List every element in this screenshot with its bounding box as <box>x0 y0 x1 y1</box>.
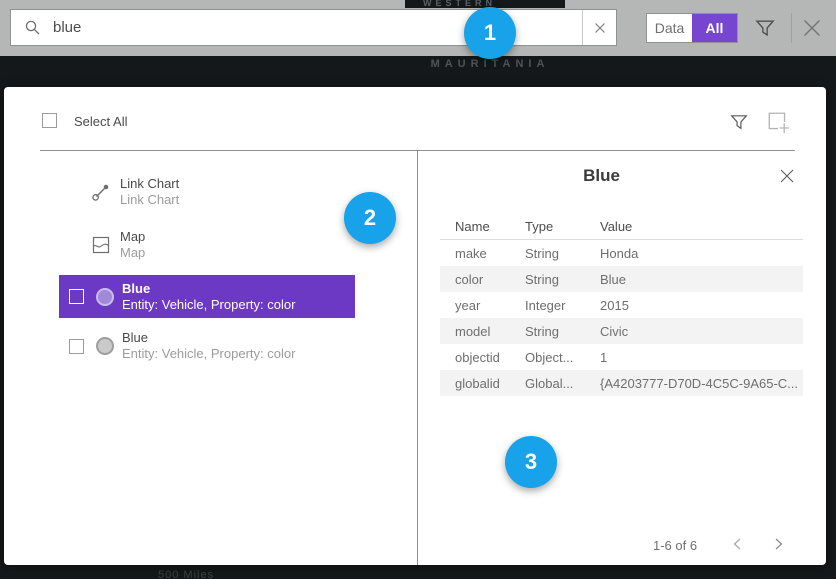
table-row: model String Civic <box>440 318 803 344</box>
annotation-badge-3: 3 <box>505 436 557 488</box>
result-subtitle: Link Chart <box>120 192 179 208</box>
table-row: color String Blue <box>440 266 803 292</box>
next-page-icon[interactable] <box>769 535 787 553</box>
previous-page-icon[interactable] <box>729 535 747 553</box>
scope-data-button[interactable]: Data <box>647 14 692 42</box>
results-filter-icon[interactable] <box>730 113 748 131</box>
toolbar-divider <box>791 13 792 43</box>
select-all-checkbox[interactable] <box>42 113 57 128</box>
table-row: make String Honda <box>440 240 803 266</box>
annotation-badge-1: 1 <box>464 7 516 59</box>
result-checkbox[interactable] <box>69 339 84 354</box>
filter-icon[interactable] <box>755 18 775 38</box>
result-title: Blue <box>122 281 295 297</box>
table-row: globalid Global... {A4203777-D70D-4C5C-9… <box>440 370 803 396</box>
column-header-value: Value <box>585 219 803 234</box>
result-item-text: Blue Entity: Vehicle, Property: color <box>122 330 295 362</box>
search-box <box>10 9 617 46</box>
map-label-mauritania: MAURITANIA <box>400 58 580 70</box>
annotation-badge-2: 2 <box>344 192 396 244</box>
clear-search-button[interactable] <box>582 10 616 45</box>
result-item-map[interactable]: Map Map <box>59 225 355 265</box>
link-chart-icon <box>91 182 111 202</box>
detail-title: Blue <box>417 166 786 186</box>
result-subtitle: Entity: Vehicle, Property: color <box>122 346 295 362</box>
result-item-blue[interactable]: Blue Entity: Vehicle, Property: color <box>59 326 355 366</box>
result-title: Blue <box>122 330 295 346</box>
panel-divider <box>417 150 418 565</box>
select-all-label: Select All <box>74 114 127 129</box>
table-row: objectid Object... 1 <box>440 344 803 370</box>
table-header: Name Type Value <box>440 213 803 240</box>
scope-all-button[interactable]: All <box>692 14 737 42</box>
table-row: year Integer 2015 <box>440 292 803 318</box>
add-to-selection-icon[interactable] <box>766 110 790 134</box>
result-item-text: Map Map <box>120 229 145 261</box>
result-checkbox[interactable] <box>69 289 84 304</box>
scope-toggle: Data All <box>646 13 738 43</box>
result-item-text: Link Chart Link Chart <box>120 176 179 208</box>
close-search-icon[interactable] <box>800 16 824 40</box>
result-item-text: Blue Entity: Vehicle, Property: color <box>122 281 295 313</box>
pagination-label: 1-6 of 6 <box>653 538 697 553</box>
result-subtitle: Entity: Vehicle, Property: color <box>122 297 295 313</box>
detail-close-icon[interactable] <box>779 168 795 184</box>
result-subtitle: Map <box>120 245 145 261</box>
map-scale-label: 500 Miles <box>158 569 214 579</box>
result-title: Map <box>120 229 145 245</box>
table-body: make String Honda color String Blue year… <box>440 240 803 396</box>
search-results-dialog: Select All Link Chart Link Chart <box>4 87 826 565</box>
map-icon <box>91 235 111 255</box>
attribute-table: Name Type Value make String Honda color … <box>440 213 803 396</box>
entity-circle-icon <box>96 337 114 355</box>
search-toolbar: Data All <box>0 0 836 56</box>
search-icon <box>24 19 42 37</box>
result-item-link-chart[interactable]: Link Chart Link Chart <box>59 172 355 212</box>
result-item-blue-selected[interactable]: Blue Entity: Vehicle, Property: color <box>59 275 355 318</box>
column-header-name: Name <box>440 219 510 234</box>
entity-circle-icon <box>96 288 114 306</box>
column-header-type: Type <box>510 219 585 234</box>
app-window: MAURITANIA 500 Miles Data All <box>0 0 836 579</box>
clear-icon <box>594 22 606 34</box>
result-title: Link Chart <box>120 176 179 192</box>
